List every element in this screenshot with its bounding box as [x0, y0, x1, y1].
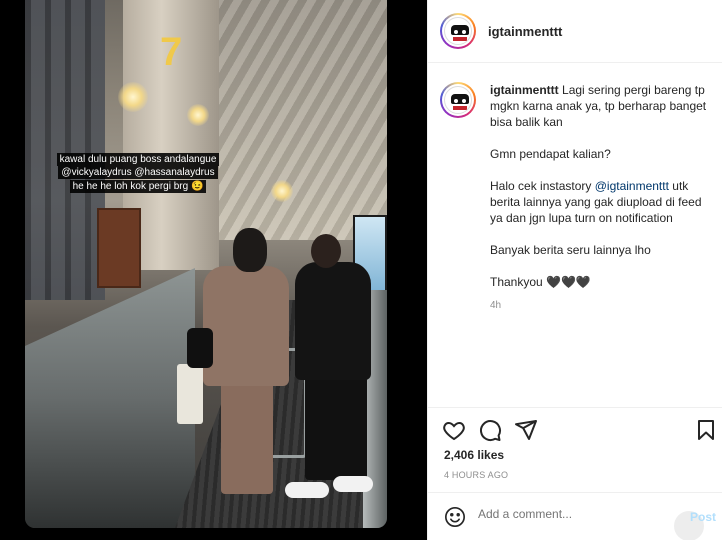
photo-ceiling: [215, 0, 387, 240]
bookmark-icon[interactable]: [694, 418, 718, 442]
photo-figure-man: [295, 262, 371, 380]
avatar-logo: [444, 17, 472, 45]
post-timestamp[interactable]: 4 HOURS AGO: [444, 470, 508, 480]
caption-timestamp[interactable]: 4h: [490, 298, 709, 314]
photo-figure-woman: [233, 228, 267, 272]
pillar-number: 7: [160, 30, 183, 74]
header-username[interactable]: igtainmenttt: [488, 24, 562, 39]
mention-link[interactable]: @igtainmenttt: [595, 179, 669, 193]
avatar[interactable]: [440, 13, 476, 49]
photo-figure-man: [305, 376, 367, 480]
caption-username[interactable]: igtainmenttt: [490, 83, 559, 97]
story-caption-line: @vickyalaydrus @hassanalaydrus: [58, 166, 218, 180]
avatar[interactable]: [440, 82, 476, 118]
caption-row: igtainmenttt Lagi sering pergi bareng tp…: [440, 82, 709, 314]
comment-icon[interactable]: [478, 418, 502, 442]
caption-text: igtainmenttt Lagi sering pergi bareng tp…: [490, 82, 709, 314]
caption-paragraph: Thankyou 🖤🖤🖤: [490, 275, 591, 289]
add-comment-bar: Post: [428, 492, 722, 540]
photo-shoe: [285, 482, 329, 498]
post-comment-button[interactable]: Post: [690, 510, 716, 524]
post-photo[interactable]: 7: [25, 0, 387, 528]
avatar-logo: [444, 86, 472, 114]
photo-handbag: [187, 328, 213, 368]
photo-figure-man: [311, 234, 341, 268]
photo-wall: [25, 0, 105, 300]
lamp: [118, 82, 148, 112]
photo-door: [97, 208, 141, 288]
story-caption: kawal dulu puang boss andalangue @vickya…: [55, 153, 221, 193]
likes-count[interactable]: 2,406 likes: [444, 448, 504, 462]
photo-shoe: [333, 476, 373, 492]
caption-paragraph: Gmn pendapat kalian?: [490, 147, 611, 161]
story-caption-line: he he he loh kok pergi brg 😉: [69, 179, 207, 193]
action-bar: [428, 407, 722, 451]
comment-input[interactable]: [478, 507, 668, 521]
lamp: [187, 104, 209, 126]
caption-area: igtainmenttt Lagi sering pergi bareng tp…: [428, 64, 722, 406]
caption-paragraph: Halo cek instastory: [490, 179, 595, 193]
share-icon[interactable]: [514, 418, 538, 442]
photo-walkway: [25, 268, 195, 528]
post-media[interactable]: 7 kawal dulu puang boss andalangue @vick…: [0, 0, 427, 540]
emoji-icon[interactable]: [444, 506, 466, 528]
heart-icon[interactable]: [442, 418, 466, 442]
photo-figure-woman: [221, 382, 273, 494]
post-panel: igtainmenttt igtainmenttt Lagi sering pe…: [427, 0, 722, 540]
lamp: [271, 180, 293, 202]
post-header: igtainmenttt: [428, 0, 722, 63]
story-caption-line: kawal dulu puang boss andalangue: [56, 153, 220, 166]
photo-figure-woman: [203, 266, 289, 386]
photo-bag: [177, 364, 203, 424]
caption-paragraph: Banyak berita seru lainnya lho: [490, 243, 651, 257]
